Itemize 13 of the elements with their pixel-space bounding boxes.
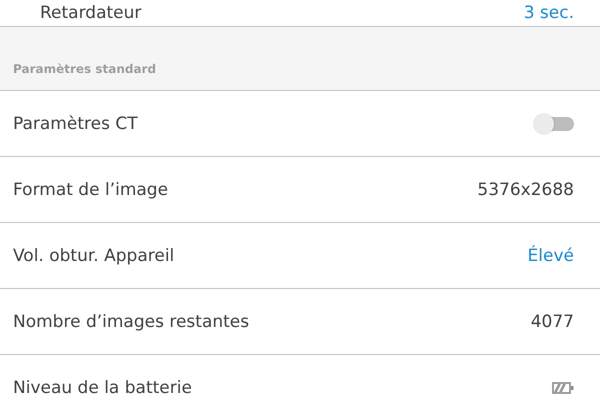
- setting-label: Retardateur: [40, 3, 142, 23]
- setting-label: Niveau de la batterie: [13, 378, 192, 398]
- setting-label: Paramètres CT: [13, 114, 138, 134]
- section-title: Paramètres standard: [13, 62, 156, 76]
- setting-value: 4077: [530, 312, 574, 332]
- setting-value[interactable]: Élevé: [528, 246, 574, 266]
- toggle-switch[interactable]: [534, 114, 574, 134]
- setting-label: Nombre d’images restantes: [13, 312, 250, 332]
- setting-value[interactable]: 3 sec.: [524, 3, 574, 23]
- battery-icon: [552, 382, 574, 394]
- setting-label: Format de l’image: [13, 180, 168, 200]
- setting-label: Vol. obtur. Appareil: [13, 246, 174, 266]
- setting-value: 5376x2688: [477, 180, 574, 200]
